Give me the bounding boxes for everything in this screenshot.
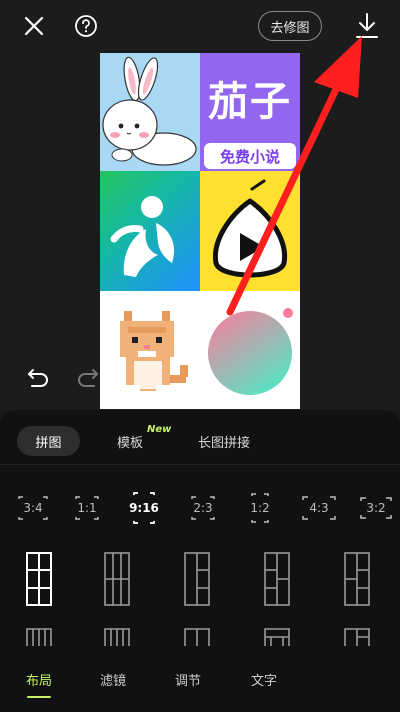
collage-canvas[interactable]: 茄子 免费小说 [100,53,300,409]
pixel-cat-image [120,311,188,393]
close-icon [24,16,44,36]
layout-option-2[interactable] [104,552,130,606]
undo-icon [28,369,48,387]
download-button[interactable] [352,10,382,42]
collage-cell-brand[interactable]: 茄子 免费小说 [200,53,300,171]
help-icon [75,15,97,37]
layout-grid-icon [344,628,370,646]
ratio-1-2[interactable]: 1:2 [244,492,276,524]
editor-area: 去修图 茄子 免费小说 [0,0,400,410]
ratio-frame-icon [251,493,269,523]
layout-option-10[interactable] [344,628,370,646]
layout-grid-icon [104,552,130,606]
layout-grid-icon [184,628,210,646]
ratio-frame-icon [75,496,99,520]
collage-cell-gradient[interactable] [200,291,300,409]
play-logo-icon [212,179,288,278]
collage-cell-fitness[interactable] [100,171,200,291]
layout-grid-icon [26,552,52,606]
ratio-9-16[interactable]: 9:16 [124,491,164,525]
ratio-2-3[interactable]: 2:3 [186,494,220,522]
layout-grid-icon [264,628,290,646]
layout-grid-icon [184,552,210,606]
ratio-frame-icon [302,496,336,520]
nav-layout[interactable]: 布局 [26,670,52,689]
new-badge: New [147,424,172,435]
layout-grid-icon [104,628,130,646]
tool-panel: 拼图 模板 New 长图拼接 3:4 1:1 9:16 2:3 1:2 4:3 … [0,410,400,712]
fitness-logo-icon [110,196,175,277]
tab-jigsaw[interactable]: 拼图 [17,426,80,456]
layout-grid-icon [26,628,52,646]
nav-adjust[interactable]: 调节 [175,670,201,689]
tab-long-image[interactable]: 长图拼接 [186,426,262,456]
layout-option-7[interactable] [104,628,130,646]
close-button[interactable] [18,10,50,42]
ratio-frame-icon [18,496,48,520]
ratio-frame-icon [191,496,215,520]
ratio-4-3[interactable]: 4:3 [300,494,338,522]
brand-subtitle: 免费小说 [204,143,296,169]
collage-cell-bunny[interactable] [100,53,200,171]
tab-divider [0,464,400,465]
help-button[interactable] [70,10,102,42]
gradient-circle-image [208,308,293,395]
download-icon [356,13,378,38]
bunny-image [100,53,200,171]
nav-active-indicator [27,696,51,698]
retouch-button[interactable]: 去修图 [258,11,322,41]
layout-option-3[interactable] [184,552,210,606]
bottom-nav: 布局 滤镜 调节 文字 [0,660,400,712]
nav-filter[interactable]: 滤镜 [100,670,126,689]
layout-grid-icon [344,552,370,606]
ratio-3-2[interactable]: 3:2 [358,494,394,522]
layout-option-4[interactable] [264,552,290,606]
ratio-frame-icon [133,492,155,524]
redo-icon [78,369,98,387]
layout-option-1[interactable] [26,552,52,606]
nav-text[interactable]: 文字 [251,670,277,689]
ratio-1-1[interactable]: 1:1 [72,494,102,522]
layout-option-8[interactable] [184,628,210,646]
brand-title: 茄子 [208,79,292,125]
redo-button[interactable] [74,364,102,390]
collage-cell-cat[interactable] [100,291,200,409]
layout-option-6[interactable] [26,628,52,646]
ratio-3-4[interactable]: 3:4 [14,494,52,522]
collage-cell-video[interactable] [200,171,300,291]
layout-grid-icon [264,552,290,606]
layout-option-5[interactable] [344,552,370,606]
layout-option-9[interactable] [264,628,290,646]
ratio-frame-icon [360,497,392,519]
undo-button[interactable] [24,364,52,390]
